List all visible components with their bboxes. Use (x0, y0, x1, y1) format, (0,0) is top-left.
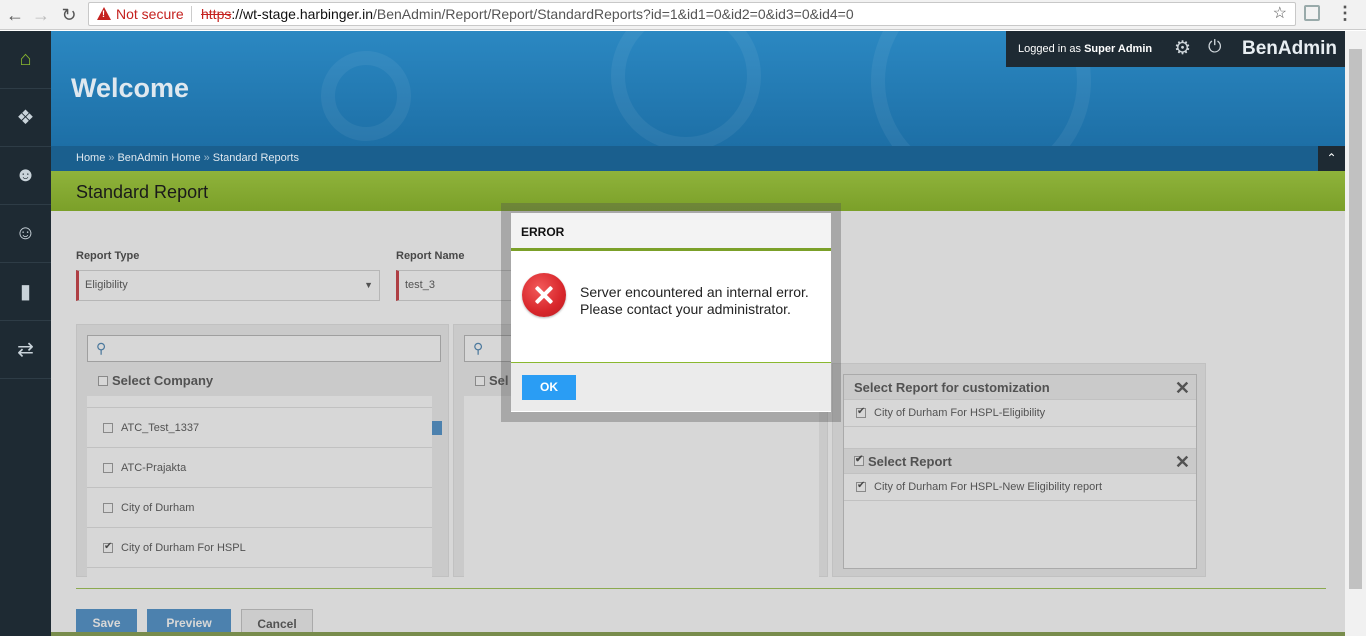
power-icon[interactable]: ⏻ (1208, 37, 1221, 57)
breadcrumb-separator: » (108, 152, 115, 164)
sidebar: ⌂ ❖ ☻ ☺ ▮ ⇄ (0, 31, 51, 636)
logged-in-text: Logged in as Super Admin (1018, 43, 1152, 55)
extension-icon[interactable] (1304, 5, 1320, 21)
forward-arrow-icon[interactable]: → (30, 4, 52, 26)
page-title: Standard Report (76, 182, 209, 202)
url-separator (191, 6, 192, 22)
bookmark-star-icon[interactable]: ☆ (1273, 3, 1287, 25)
warning-icon (97, 7, 111, 20)
page-scrollbar[interactable] (1345, 31, 1366, 636)
chevron-up-icon: ⌃ (1326, 151, 1337, 165)
logged-in-prefix: Logged in as (1018, 43, 1085, 55)
user-name: Super Admin (1084, 43, 1153, 55)
sidebar-item-reports[interactable]: ▮ (0, 263, 51, 321)
sidebar-item-users[interactable]: ☺ (0, 205, 51, 263)
user-topbar: Logged in as Super Admin ⚙ ⏻ BenAdmin (1006, 31, 1345, 67)
menu-dots-icon[interactable]: ⋮ (1336, 3, 1354, 23)
sidebar-item-plugins[interactable]: ❖ (0, 89, 51, 147)
scrollbar-thumb[interactable] (1349, 49, 1362, 589)
user-icon: ☺ (15, 222, 36, 244)
sidebar-item-transfer[interactable]: ⇄ (0, 321, 51, 379)
url-host: ://wt-stage.harbinger.in (231, 6, 373, 22)
user-star-icon: ☻ (14, 164, 37, 186)
sidebar-item-home[interactable]: ⌂ (0, 31, 51, 89)
error-dialog: ERROR Server encountered an internal err… (511, 213, 831, 412)
breadcrumb-standard-reports: Standard Reports (212, 152, 299, 164)
home-icon: ⌂ (19, 48, 32, 70)
brand-logo: BenAdmin (1242, 38, 1337, 59)
url-scheme: https (201, 6, 232, 22)
error-icon (522, 273, 566, 317)
url-path: /BenAdmin/Report/Report/StandardReports?… (373, 6, 854, 22)
breadcrumb-separator: » (203, 152, 210, 164)
puzzle-icon: ❖ (16, 107, 35, 129)
address-bar[interactable]: Not secure https://wt-stage.harbinger.in… (88, 2, 1296, 26)
breadcrumb-benadmin-home[interactable]: BenAdmin Home (117, 152, 200, 164)
browser-toolbar: ← → ↻ Not secure https://wt-stage.harbin… (0, 0, 1366, 30)
ok-button[interactable]: OK (522, 375, 576, 400)
transfer-arrows-icon: ⇄ (17, 339, 34, 361)
welcome-heading: Welcome (71, 73, 190, 103)
reload-icon[interactable]: ↻ (58, 4, 80, 26)
url-text: https://wt-stage.harbinger.in/BenAdmin/R… (201, 3, 854, 25)
banner-decoration (611, 31, 761, 146)
banner-decoration (321, 51, 411, 141)
bar-chart-icon: ▮ (19, 281, 31, 303)
gear-icon[interactable]: ⚙ (1174, 37, 1191, 60)
error-dialog-title: ERROR (511, 213, 831, 251)
breadcrumb: Home» BenAdmin Home» Standard Reports (51, 146, 1345, 171)
error-dialog-footer: OK (511, 363, 831, 411)
breadcrumb-home[interactable]: Home (76, 152, 105, 164)
not-secure-label: Not secure (116, 6, 184, 22)
back-arrow-icon[interactable]: ← (4, 4, 26, 26)
error-message: Server encountered an internal error. Pl… (580, 284, 809, 317)
collapse-header-button[interactable]: ⌃ (1318, 146, 1345, 171)
error-dialog-body: Server encountered an internal error. Pl… (511, 251, 831, 363)
sidebar-item-user-star[interactable]: ☻ (0, 147, 51, 205)
